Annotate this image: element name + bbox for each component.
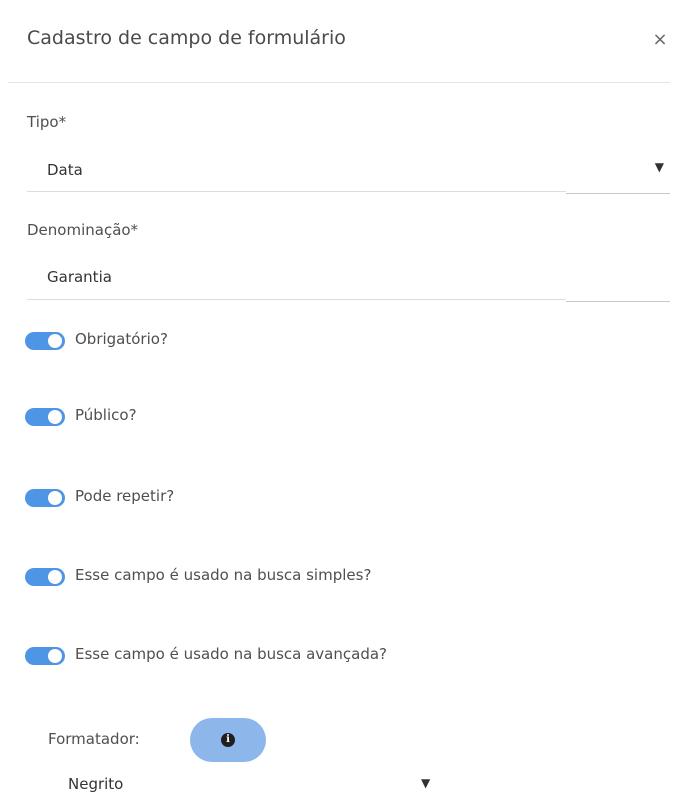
toggle-switch[interactable] <box>25 408 65 426</box>
tipo-select[interactable]: Data ▼ <box>27 152 670 194</box>
info-button[interactable]: i <box>190 718 266 762</box>
dialog: Cadastro de campo de formulário × Tipo* … <box>0 0 684 805</box>
toggle-switch[interactable] <box>25 647 65 665</box>
denominacao-input-value: Garantia <box>47 268 112 286</box>
formatador-select-value: Negrito <box>68 775 124 793</box>
info-icon: i <box>221 733 235 747</box>
toggle-label: Esse campo é usado na busca simples? <box>75 566 372 584</box>
tipo-underline-accent <box>566 193 670 194</box>
denominacao-underline <box>27 299 566 300</box>
dialog-header: Cadastro de campo de formulário × <box>0 0 684 84</box>
tipo-underline <box>27 191 566 192</box>
toggle-label: Pode repetir? <box>75 487 175 505</box>
toggle-switch[interactable] <box>25 332 65 350</box>
tipo-select-value: Data <box>47 161 83 179</box>
dropdown-arrow-icon: ▼ <box>654 160 664 174</box>
toggle-label: Obrigatório? <box>75 330 168 348</box>
formatador-label: Formatador: <box>48 730 140 748</box>
tipo-label: Tipo* <box>27 113 67 131</box>
denominacao-underline-accent <box>566 301 670 302</box>
close-icon[interactable]: × <box>648 28 672 52</box>
dialog-title: Cadastro de campo de formulário <box>27 27 346 49</box>
toggle-label: Esse campo é usado na busca avançada? <box>75 645 387 663</box>
toggle-switch[interactable] <box>25 489 65 507</box>
dropdown-arrow-icon: ▼ <box>421 776 431 790</box>
denominacao-input[interactable]: Garantia <box>27 258 670 302</box>
formatador-select[interactable]: Negrito ▼ <box>48 772 444 800</box>
toggle-switch[interactable] <box>25 568 65 586</box>
header-divider <box>8 82 670 83</box>
denominacao-label: Denominação* <box>27 221 139 239</box>
toggle-label: Público? <box>75 406 137 424</box>
